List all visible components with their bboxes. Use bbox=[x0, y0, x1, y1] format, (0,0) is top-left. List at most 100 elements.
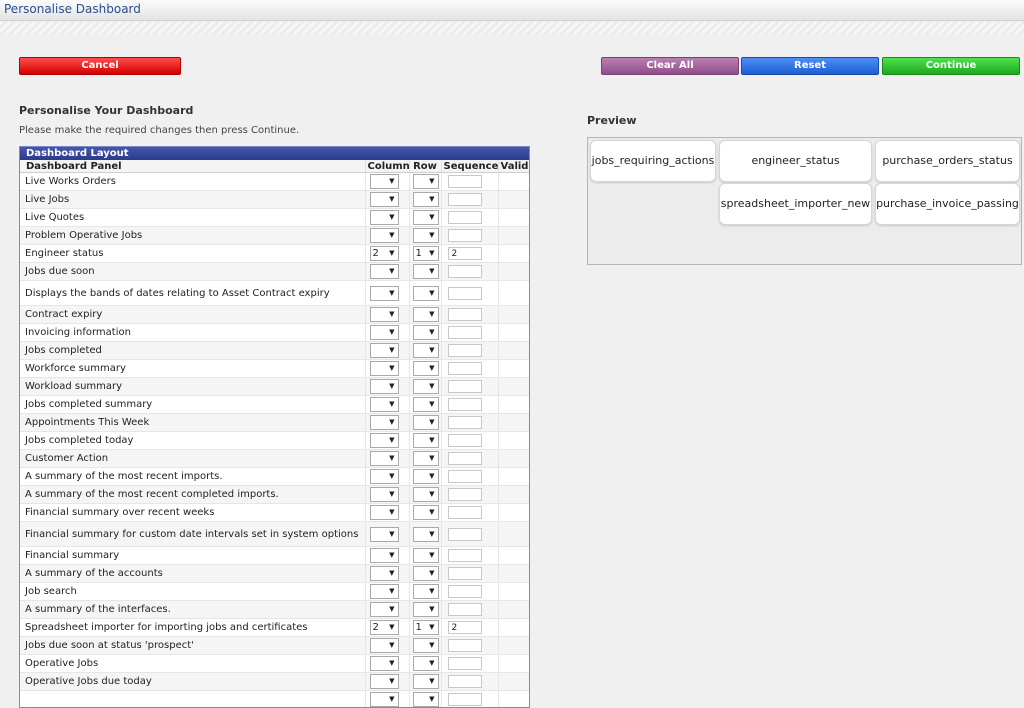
column-select[interactable]: ▼ bbox=[370, 566, 399, 581]
sequence-input[interactable] bbox=[448, 452, 482, 465]
sequence-input[interactable] bbox=[448, 398, 482, 411]
column-select[interactable]: ▼ bbox=[370, 397, 399, 412]
row-select[interactable]: ▼ bbox=[413, 397, 439, 412]
sequence-input[interactable] bbox=[448, 693, 482, 706]
row-select[interactable]: ▼ bbox=[413, 674, 439, 689]
sequence-input[interactable] bbox=[448, 287, 482, 300]
sequence-input[interactable] bbox=[448, 434, 482, 447]
row-select[interactable]: ▼ bbox=[413, 656, 439, 671]
panel-name: Appointments This Week bbox=[20, 414, 365, 432]
sequence-input[interactable] bbox=[448, 506, 482, 519]
sequence-input[interactable] bbox=[448, 528, 482, 541]
column-select[interactable]: ▼ bbox=[370, 469, 399, 484]
column-select[interactable]: ▼ bbox=[370, 656, 399, 671]
sequence-cell bbox=[441, 583, 498, 601]
row-select[interactable]: ▼ bbox=[413, 174, 439, 189]
column-select[interactable]: ▼ bbox=[370, 505, 399, 520]
row-select[interactable]: ▼ bbox=[413, 487, 439, 502]
row-select[interactable]: ▼ bbox=[413, 415, 439, 430]
sequence-input[interactable] bbox=[448, 567, 482, 580]
column-select[interactable]: ▼ bbox=[370, 415, 399, 430]
row-select[interactable]: ▼ bbox=[413, 192, 439, 207]
sequence-cell bbox=[441, 324, 498, 342]
chevron-down-icon: ▼ bbox=[389, 506, 394, 519]
valid-cell bbox=[498, 414, 529, 432]
column-select[interactable]: ▼ bbox=[370, 228, 399, 243]
sequence-input[interactable] bbox=[448, 362, 482, 375]
row-select[interactable]: ▼ bbox=[413, 469, 439, 484]
row-select[interactable]: 1▼ bbox=[413, 246, 439, 261]
column-select[interactable]: ▼ bbox=[370, 343, 399, 358]
column-select[interactable]: ▼ bbox=[370, 433, 399, 448]
column-select[interactable]: 2▼ bbox=[370, 246, 399, 261]
reset-button[interactable]: Reset bbox=[741, 57, 879, 75]
column-select[interactable]: ▼ bbox=[370, 548, 399, 563]
row-select[interactable]: ▼ bbox=[413, 638, 439, 653]
sequence-input[interactable] bbox=[448, 229, 482, 242]
row-select[interactable]: ▼ bbox=[413, 325, 439, 340]
row-select[interactable]: ▼ bbox=[413, 433, 439, 448]
sequence-cell bbox=[441, 691, 498, 708]
column-select[interactable]: ▼ bbox=[370, 174, 399, 189]
clear-all-button[interactable]: Clear All bbox=[601, 57, 739, 75]
row-select[interactable]: ▼ bbox=[413, 505, 439, 520]
column-select[interactable]: ▼ bbox=[370, 602, 399, 617]
row-select[interactable]: ▼ bbox=[413, 343, 439, 358]
row-select[interactable]: ▼ bbox=[413, 379, 439, 394]
column-select[interactable]: ▼ bbox=[370, 264, 399, 279]
column-select[interactable]: ▼ bbox=[370, 584, 399, 599]
sequence-input[interactable] bbox=[448, 488, 482, 501]
cancel-button[interactable]: Cancel bbox=[19, 57, 181, 75]
column-select[interactable]: ▼ bbox=[370, 692, 399, 707]
chevron-down-icon: ▼ bbox=[389, 675, 394, 688]
sequence-input[interactable] bbox=[448, 380, 482, 393]
sequence-input[interactable] bbox=[448, 416, 482, 429]
sequence-input[interactable]: 2 bbox=[448, 621, 482, 634]
sequence-input[interactable] bbox=[448, 603, 482, 616]
column-select[interactable]: ▼ bbox=[370, 192, 399, 207]
row-select[interactable]: ▼ bbox=[413, 548, 439, 563]
column-select[interactable]: 2▼ bbox=[370, 620, 399, 635]
row-select[interactable]: ▼ bbox=[413, 286, 439, 301]
sequence-input[interactable] bbox=[448, 639, 482, 652]
column-select[interactable]: ▼ bbox=[370, 210, 399, 225]
sequence-input[interactable]: 2 bbox=[448, 247, 482, 260]
sequence-input[interactable] bbox=[448, 585, 482, 598]
row-select[interactable]: ▼ bbox=[413, 566, 439, 581]
column-select[interactable]: ▼ bbox=[370, 674, 399, 689]
row-select[interactable]: ▼ bbox=[413, 361, 439, 376]
row-select[interactable]: ▼ bbox=[413, 210, 439, 225]
sequence-input[interactable] bbox=[448, 193, 482, 206]
row-select[interactable]: ▼ bbox=[413, 692, 439, 707]
row-select[interactable]: ▼ bbox=[413, 584, 439, 599]
column-select[interactable]: ▼ bbox=[370, 325, 399, 340]
row-select[interactable]: ▼ bbox=[413, 602, 439, 617]
dashboard-layout-caption: Dashboard Layout bbox=[20, 147, 529, 160]
row-select[interactable]: ▼ bbox=[413, 451, 439, 466]
row-select[interactable]: ▼ bbox=[413, 264, 439, 279]
sequence-input[interactable] bbox=[448, 549, 482, 562]
column-select[interactable]: ▼ bbox=[370, 451, 399, 466]
row-select[interactable]: ▼ bbox=[413, 307, 439, 322]
continue-button[interactable]: Continue bbox=[882, 57, 1020, 75]
sequence-input[interactable] bbox=[448, 175, 482, 188]
column-select[interactable]: ▼ bbox=[370, 307, 399, 322]
sequence-input[interactable] bbox=[448, 470, 482, 483]
column-select[interactable]: ▼ bbox=[370, 638, 399, 653]
row-select[interactable]: 1▼ bbox=[413, 620, 439, 635]
table-row: Financial summary▼▼ bbox=[20, 547, 529, 565]
row-select[interactable]: ▼ bbox=[413, 527, 439, 542]
sequence-input[interactable] bbox=[448, 326, 482, 339]
sequence-input[interactable] bbox=[448, 265, 482, 278]
sequence-input[interactable] bbox=[448, 308, 482, 321]
column-select[interactable]: ▼ bbox=[370, 379, 399, 394]
column-select[interactable]: ▼ bbox=[370, 527, 399, 542]
column-select[interactable]: ▼ bbox=[370, 361, 399, 376]
sequence-input[interactable] bbox=[448, 344, 482, 357]
row-select[interactable]: ▼ bbox=[413, 228, 439, 243]
column-select[interactable]: ▼ bbox=[370, 487, 399, 502]
sequence-input[interactable] bbox=[448, 675, 482, 688]
column-select[interactable]: ▼ bbox=[370, 286, 399, 301]
sequence-input[interactable] bbox=[448, 211, 482, 224]
sequence-input[interactable] bbox=[448, 657, 482, 670]
